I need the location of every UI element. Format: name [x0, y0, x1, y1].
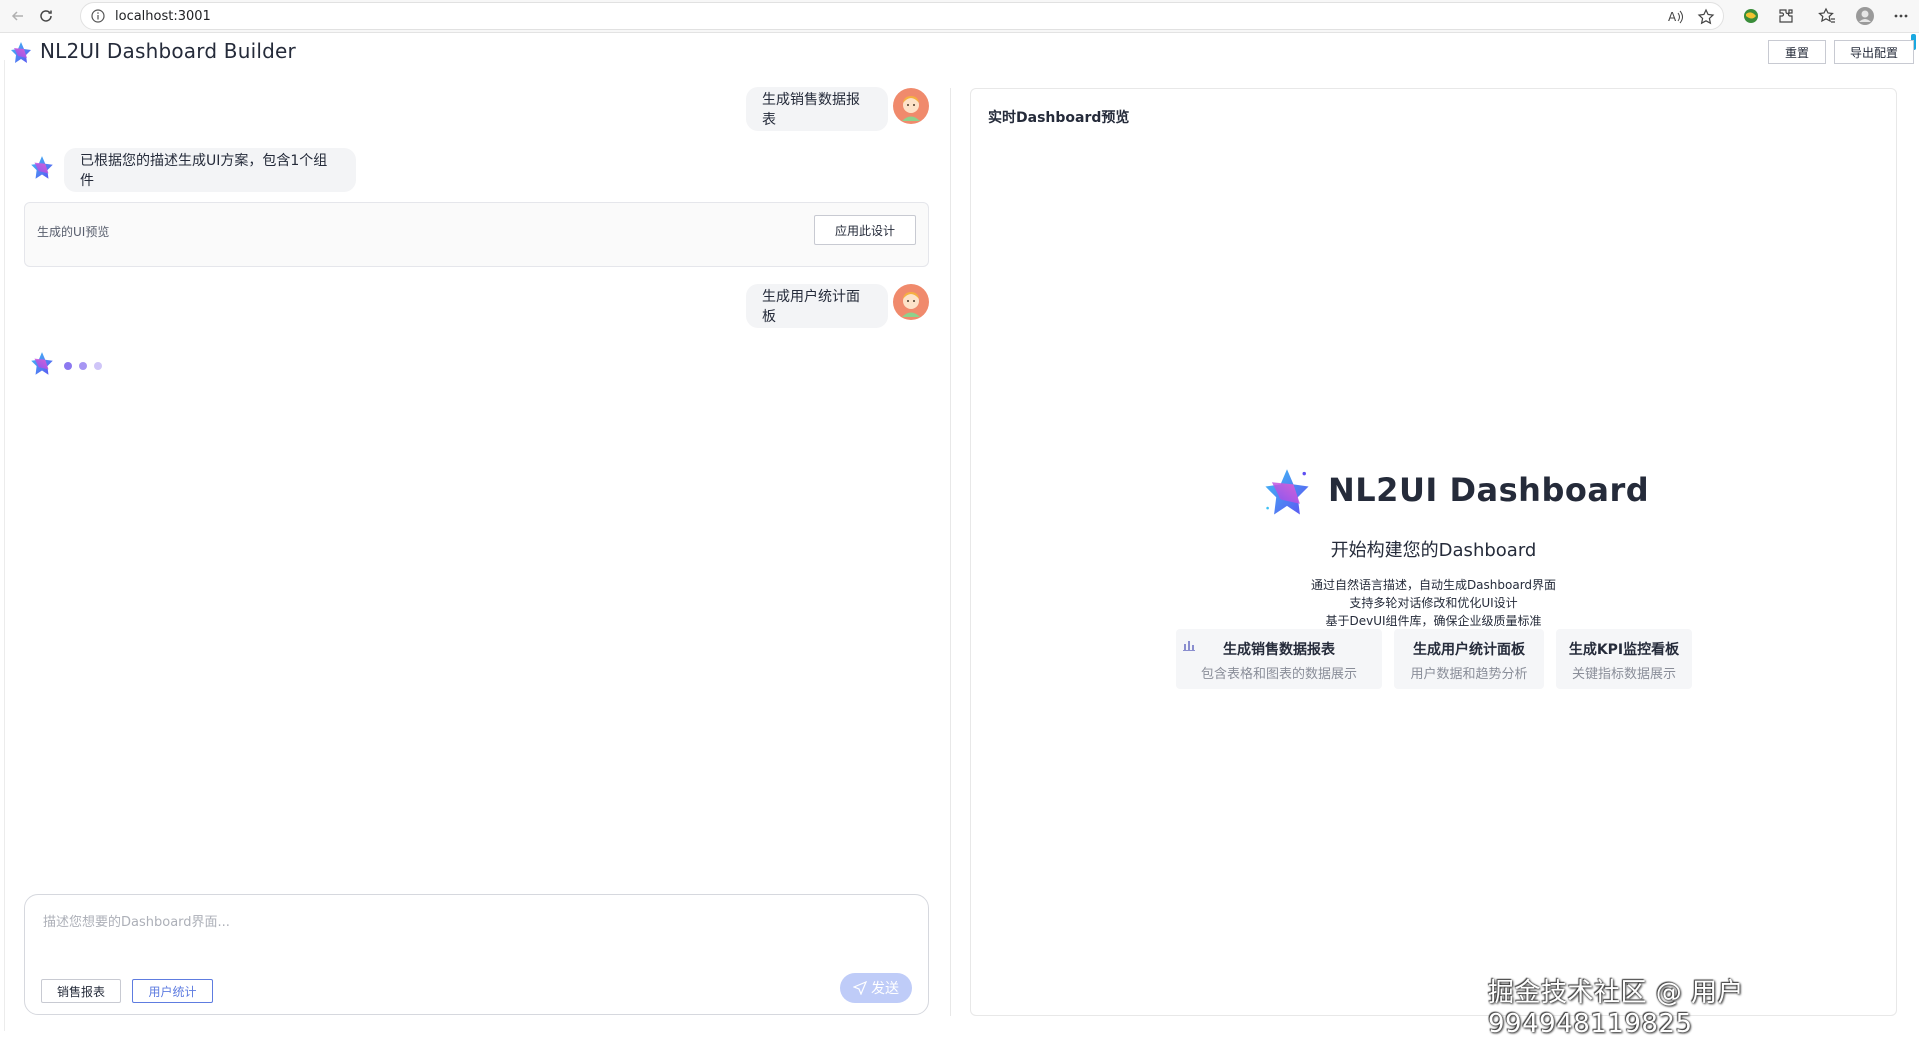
quick-card-sales-report[interactable]: 生成销售数据报表 包含表格和图表的数据展示 [1176, 629, 1382, 689]
favorite-star-icon[interactable] [1697, 8, 1715, 30]
address-bar[interactable]: localhost:3001 A [80, 2, 1724, 30]
preview-panel-title: 实时Dashboard预览 [988, 110, 1130, 126]
export-config-button[interactable]: 导出配置 [1834, 40, 1914, 64]
hero-description-line: 通过自然语言描述，自动生成Dashboard界面 [1310, 578, 1557, 592]
preview-card-label: 生成的UI预览 [37, 225, 110, 239]
hero-title: NL2UI Dashboard [1328, 471, 1650, 509]
quick-card-desc: 包含表格和图表的数据展示 [1200, 667, 1357, 682]
quick-card-title: 生成销售数据报表 [1223, 642, 1335, 658]
generated-ui-preview-card: 生成的UI预览 应用此设计 [24, 202, 929, 267]
svg-text:A: A [1668, 10, 1677, 24]
refresh-icon [40, 10, 52, 22]
user-message-bubble: 生成销售数据报表 [746, 87, 888, 131]
hero-logo-icon [1259, 465, 1315, 525]
quick-card-user-stats[interactable]: 生成用户统计面板 用户数据和趋势分析 [1394, 629, 1544, 689]
refresh-button[interactable] [36, 6, 56, 26]
assistant-message-bubble: 已根据您的描述生成UI方案，包含1个组件 [64, 148, 356, 192]
url-text[interactable]: localhost:3001 [115, 9, 211, 24]
typing-dot [64, 362, 72, 370]
panel-divider [950, 88, 951, 1016]
message-text: 生成用户统计面板 [762, 289, 860, 325]
apply-design-button[interactable]: 应用此设计 [814, 215, 916, 245]
typing-dot [79, 362, 87, 370]
profile-avatar-icon[interactable] [1855, 6, 1875, 26]
quick-card-title: 生成KPI监控看板 [1568, 642, 1680, 658]
user-avatar [893, 88, 929, 124]
quick-card-kpi-monitor[interactable]: 生成KPI监控看板 关键指标数据展示 [1556, 629, 1692, 689]
hero-description-line: 基于DevUI组件库，确保企业级质量标准 [1325, 614, 1542, 628]
quick-chip-sales-report[interactable]: 销售报表 [41, 979, 121, 1003]
user-face-icon [902, 96, 920, 121]
hero-description-line: 支持多轮对话修改和优化UI设计 [1349, 596, 1518, 610]
browser-toolbar: localhost:3001 A [0, 0, 1919, 33]
send-button[interactable]: 发送 [840, 973, 912, 1003]
reset-button[interactable]: 重置 [1768, 40, 1826, 64]
app-title: NL2UI Dashboard Builder [40, 39, 296, 63]
quick-chip-user-stats[interactable]: 用户统计 [132, 979, 213, 1003]
dashboard-preview-panel: 实时Dashboard预览 NL2UI Dashboard 开始构建您的Dash… [970, 88, 1897, 1016]
quick-card-desc: 关键指标数据展示 [1571, 667, 1676, 682]
extension-globe-icon[interactable] [1741, 6, 1761, 26]
favorites-list-icon[interactable] [1817, 6, 1837, 26]
user-face-icon [902, 292, 920, 317]
app-logo-icon [8, 40, 34, 70]
hero-subtitle: 开始构建您的Dashboard [1330, 540, 1537, 561]
quick-card-desc: 用户数据和趋势分析 [1410, 667, 1528, 682]
typing-indicator [64, 362, 102, 370]
user-message-bubble: 生成用户统计面板 [746, 284, 888, 328]
panel-border [4, 60, 5, 1031]
assistant-avatar-icon [28, 350, 56, 382]
message-text: 已根据您的描述生成UI方案，包含1个组件 [80, 153, 328, 189]
send-icon [853, 981, 867, 995]
info-icon[interactable] [90, 8, 106, 28]
send-label: 发送 [871, 981, 899, 997]
back-button[interactable] [8, 6, 28, 26]
quick-card-title: 生成用户统计面板 [1413, 642, 1525, 658]
read-aloud-icon[interactable]: A [1667, 8, 1685, 30]
extensions-puzzle-icon[interactable] [1776, 6, 1796, 26]
chat-input-box: 销售报表 用户统计 发送 [24, 894, 929, 1015]
message-text: 生成销售数据报表 [762, 92, 860, 128]
arrow-left-icon [11, 11, 23, 21]
typing-dot [94, 362, 102, 370]
user-avatar [893, 284, 929, 320]
watermark-text: 掘金技术社区 @ 用户994948119825 [1488, 978, 1745, 1039]
prompt-input[interactable] [41, 909, 905, 963]
more-menu-icon[interactable] [1891, 6, 1911, 26]
assistant-avatar-icon [28, 154, 56, 186]
